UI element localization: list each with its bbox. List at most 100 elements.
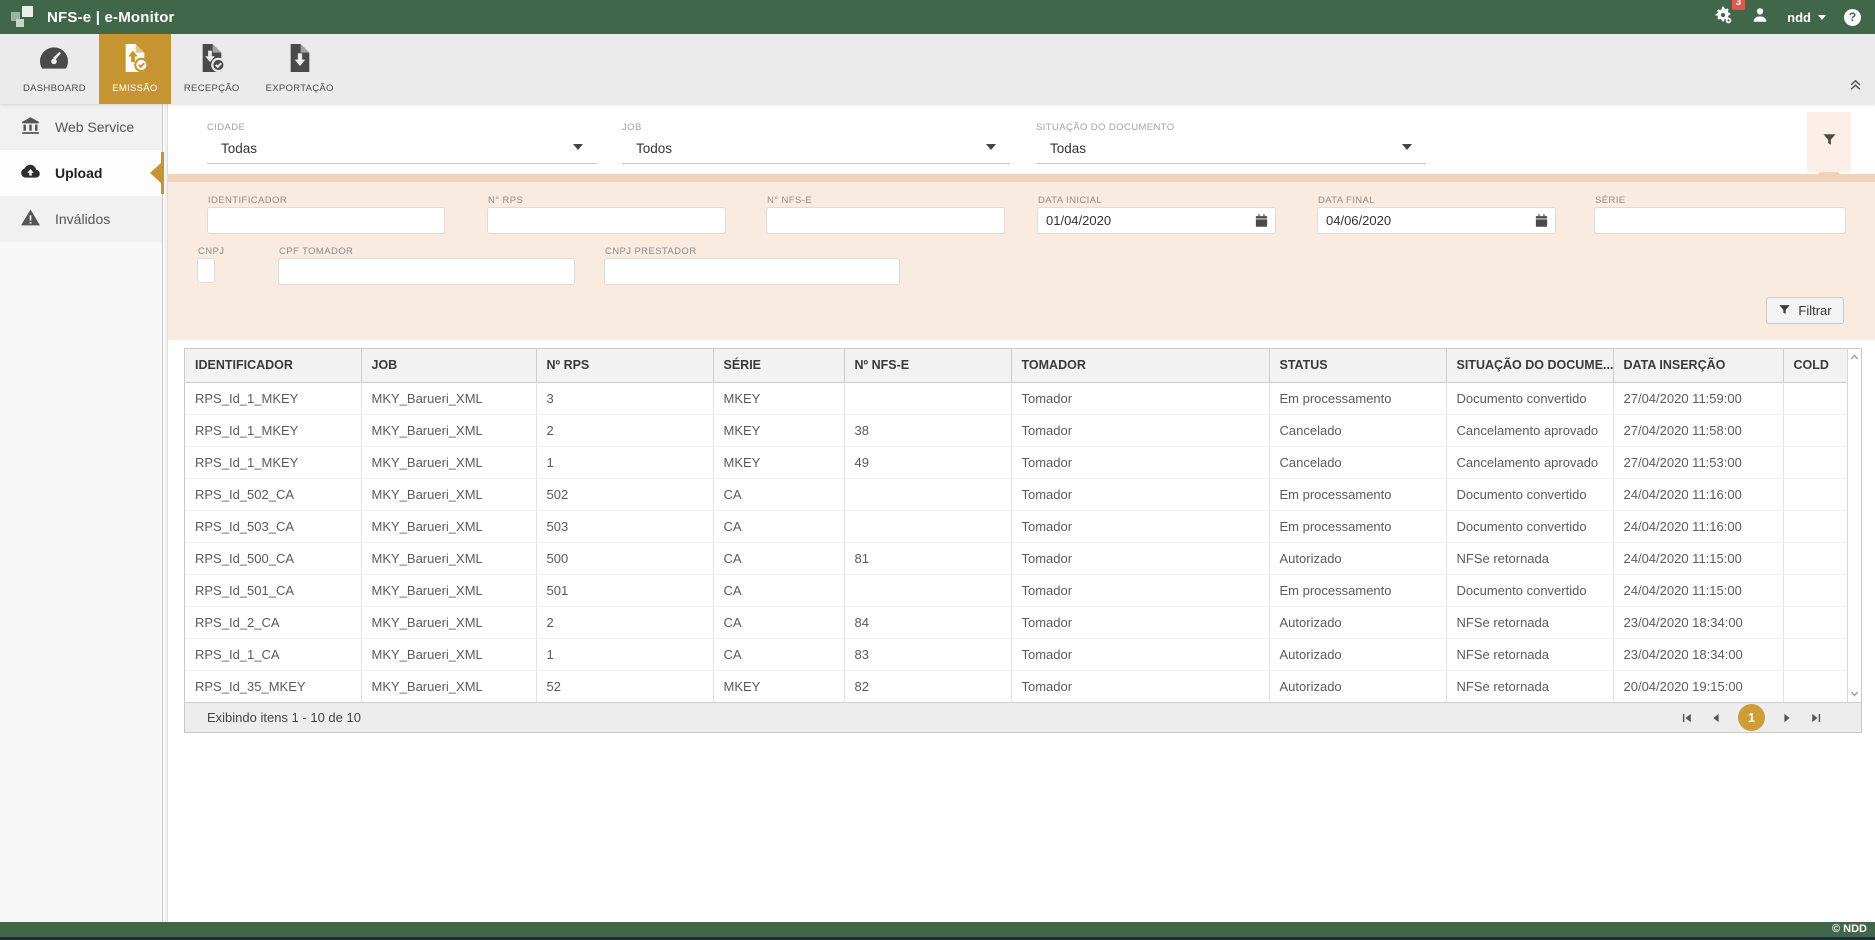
cell-n-nfse — [844, 382, 1011, 414]
settings-button[interactable]: 3 — [1713, 5, 1733, 30]
cell-identificador: RPS_Id_503_CA — [185, 510, 361, 542]
tab-label: EXPORTAÇÃO — [266, 83, 334, 94]
cell-n-nfse: 81 — [844, 542, 1011, 574]
table-row[interactable]: RPS_Id_1_MKEY MKY_Barueri_XML 1 MKEY 49 … — [185, 446, 1849, 478]
table-row[interactable]: RPS_Id_35_MKEY MKY_Barueri_XML 52 MKEY 8… — [185, 670, 1849, 702]
user-button[interactable] — [1751, 6, 1769, 29]
identificador-input[interactable] — [207, 207, 445, 234]
cell-job: MKY_Barueri_XML — [361, 670, 536, 702]
column-header-situacao[interactable]: SITUAÇÃO DO DOCUME... — [1446, 349, 1613, 382]
first-page-button[interactable] — [1680, 711, 1694, 725]
cell-job: MKY_Barueri_XML — [361, 542, 536, 574]
cell-status: Autorizado — [1269, 638, 1446, 670]
cell-data-insercao: 27/04/2020 11:53:00 — [1613, 446, 1783, 478]
column-header-job[interactable]: JOB — [361, 349, 536, 382]
cell-n-nfse: 49 — [844, 446, 1011, 478]
data-final-input[interactable] — [1317, 207, 1556, 234]
cell-job: MKY_Barueri_XML — [361, 382, 536, 414]
cell-cold — [1783, 542, 1849, 574]
cpf-tomador-input[interactable] — [278, 258, 575, 285]
cell-n-nfse — [844, 478, 1011, 510]
collapse-toolbar-button[interactable] — [1848, 78, 1863, 98]
table-row[interactable]: RPS_Id_1_MKEY MKY_Barueri_XML 2 MKEY 38 … — [185, 414, 1849, 446]
cell-n-nfse — [844, 574, 1011, 606]
cell-n-rps: 1 — [536, 638, 713, 670]
n-rps-input[interactable] — [487, 207, 726, 234]
cell-cold — [1783, 638, 1849, 670]
calendar-icon[interactable] — [1254, 213, 1269, 228]
main-area: Web Service Upload Inválidos — [0, 104, 1875, 922]
job-select[interactable]: JOB Todos — [622, 120, 1010, 164]
column-header-n-nfse[interactable]: Nº NFS-E — [844, 349, 1011, 382]
cell-data-insercao: 24/04/2020 11:16:00 — [1613, 478, 1783, 510]
table-scrollbar[interactable] — [1847, 349, 1861, 702]
sidebar-item-label: Web Service — [55, 119, 134, 135]
cell-serie: CA — [713, 606, 844, 638]
cell-status: Autorizado — [1269, 606, 1446, 638]
serie-input[interactable] — [1594, 207, 1846, 234]
next-page-button[interactable] — [1780, 711, 1794, 725]
column-header-status[interactable]: STATUS — [1269, 349, 1446, 382]
tab-exportacao[interactable]: EXPORTAÇÃO — [253, 34, 347, 104]
table-row[interactable]: RPS_Id_503_CA MKY_Barueri_XML 503 CA Tom… — [185, 510, 1849, 542]
document-download-icon — [284, 42, 316, 79]
toggle-filter-panel-button[interactable] — [1807, 112, 1851, 172]
cnpj-prestador-input[interactable] — [604, 258, 900, 285]
situacao-select[interactable]: SITUAÇÃO DO DOCUMENTO Todas — [1036, 120, 1426, 164]
help-button[interactable]: ? — [1844, 9, 1861, 26]
table-row[interactable]: RPS_Id_500_CA MKY_Barueri_XML 500 CA 81 … — [185, 542, 1849, 574]
data-inicial-input[interactable] — [1037, 207, 1276, 234]
cell-n-nfse: 83 — [844, 638, 1011, 670]
n-nfse-input[interactable] — [766, 207, 1005, 234]
table-row[interactable]: RPS_Id_1_CA MKY_Barueri_XML 1 CA 83 Toma… — [185, 638, 1849, 670]
tab-label: RECEPÇÃO — [184, 83, 240, 94]
advanced-filter-panel: IDENTIFICADOR N° RPS N° NFS-E DATA INICI… — [168, 182, 1875, 340]
column-header-n-rps[interactable]: Nº RPS — [536, 349, 713, 382]
top-bar: NFS-e | e-Monitor 3 ndd ? — [0, 0, 1875, 34]
identificador-label: IDENTIFICADOR — [208, 195, 287, 206]
user-menu-label: ndd — [1787, 10, 1811, 25]
notification-badge: 3 — [1732, 0, 1746, 10]
sidebar-item-invalidos[interactable]: Inválidos — [0, 196, 162, 242]
sidebar-item-web-service[interactable]: Web Service — [0, 104, 162, 150]
top-filter-row: CIDADE Todas JOB Todos SITUAÇÃO DO DOCUM… — [168, 104, 1875, 174]
sidebar-item-upload[interactable]: Upload — [0, 150, 162, 196]
column-header-cold[interactable]: COLD — [1783, 349, 1849, 382]
job-value: Todos — [636, 141, 672, 156]
cell-situacao: Cancelamento aprovado — [1446, 414, 1613, 446]
cell-status: Em processamento — [1269, 382, 1446, 414]
data-final-label: DATA FINAL — [1318, 195, 1375, 206]
ndd-logo — [9, 4, 39, 30]
cell-cold — [1783, 446, 1849, 478]
cell-identificador: RPS_Id_502_CA — [185, 478, 361, 510]
user-menu[interactable]: ndd — [1787, 10, 1826, 25]
column-header-identificador[interactable]: IDENTIFICADOR — [185, 349, 361, 382]
last-page-button[interactable] — [1809, 711, 1823, 725]
cell-job: MKY_Barueri_XML — [361, 606, 536, 638]
chevron-down-icon — [573, 144, 583, 150]
cell-data-insercao: 23/04/2020 18:34:00 — [1613, 638, 1783, 670]
filtrar-button[interactable]: Filtrar — [1766, 297, 1844, 324]
table-row[interactable]: RPS_Id_1_MKEY MKY_Barueri_XML 3 MKEY Tom… — [185, 382, 1849, 414]
current-page-button[interactable]: 1 — [1738, 704, 1765, 731]
previous-page-button[interactable] — [1709, 711, 1723, 725]
cell-job: MKY_Barueri_XML — [361, 446, 536, 478]
calendar-icon[interactable] — [1534, 213, 1549, 228]
cidade-select[interactable]: CIDADE Todas — [207, 120, 597, 164]
cnpj-checkbox[interactable] — [197, 258, 215, 283]
column-header-data-insercao[interactable]: DATA INSERÇÃO — [1613, 349, 1783, 382]
tab-dashboard[interactable]: DASHBOARD — [10, 34, 99, 104]
funnel-icon — [1821, 131, 1838, 153]
tab-emissao[interactable]: EMISSÃO — [99, 34, 171, 104]
column-header-serie[interactable]: SÉRIE — [713, 349, 844, 382]
table-row[interactable]: RPS_Id_501_CA MKY_Barueri_XML 501 CA Tom… — [185, 574, 1849, 606]
column-header-tomador[interactable]: TOMADOR — [1011, 349, 1269, 382]
cell-n-rps: 500 — [536, 542, 713, 574]
table-row[interactable]: RPS_Id_502_CA MKY_Barueri_XML 502 CA Tom… — [185, 478, 1849, 510]
cell-status: Em processamento — [1269, 574, 1446, 606]
tab-recepcao[interactable]: RECEPÇÃO — [171, 34, 253, 104]
cell-cold — [1783, 670, 1849, 702]
table-row[interactable]: RPS_Id_2_CA MKY_Barueri_XML 2 CA 84 Toma… — [185, 606, 1849, 638]
cpf-tomador-label: CPF TOMADOR — [279, 246, 353, 257]
panel-top-strip — [168, 174, 1875, 182]
